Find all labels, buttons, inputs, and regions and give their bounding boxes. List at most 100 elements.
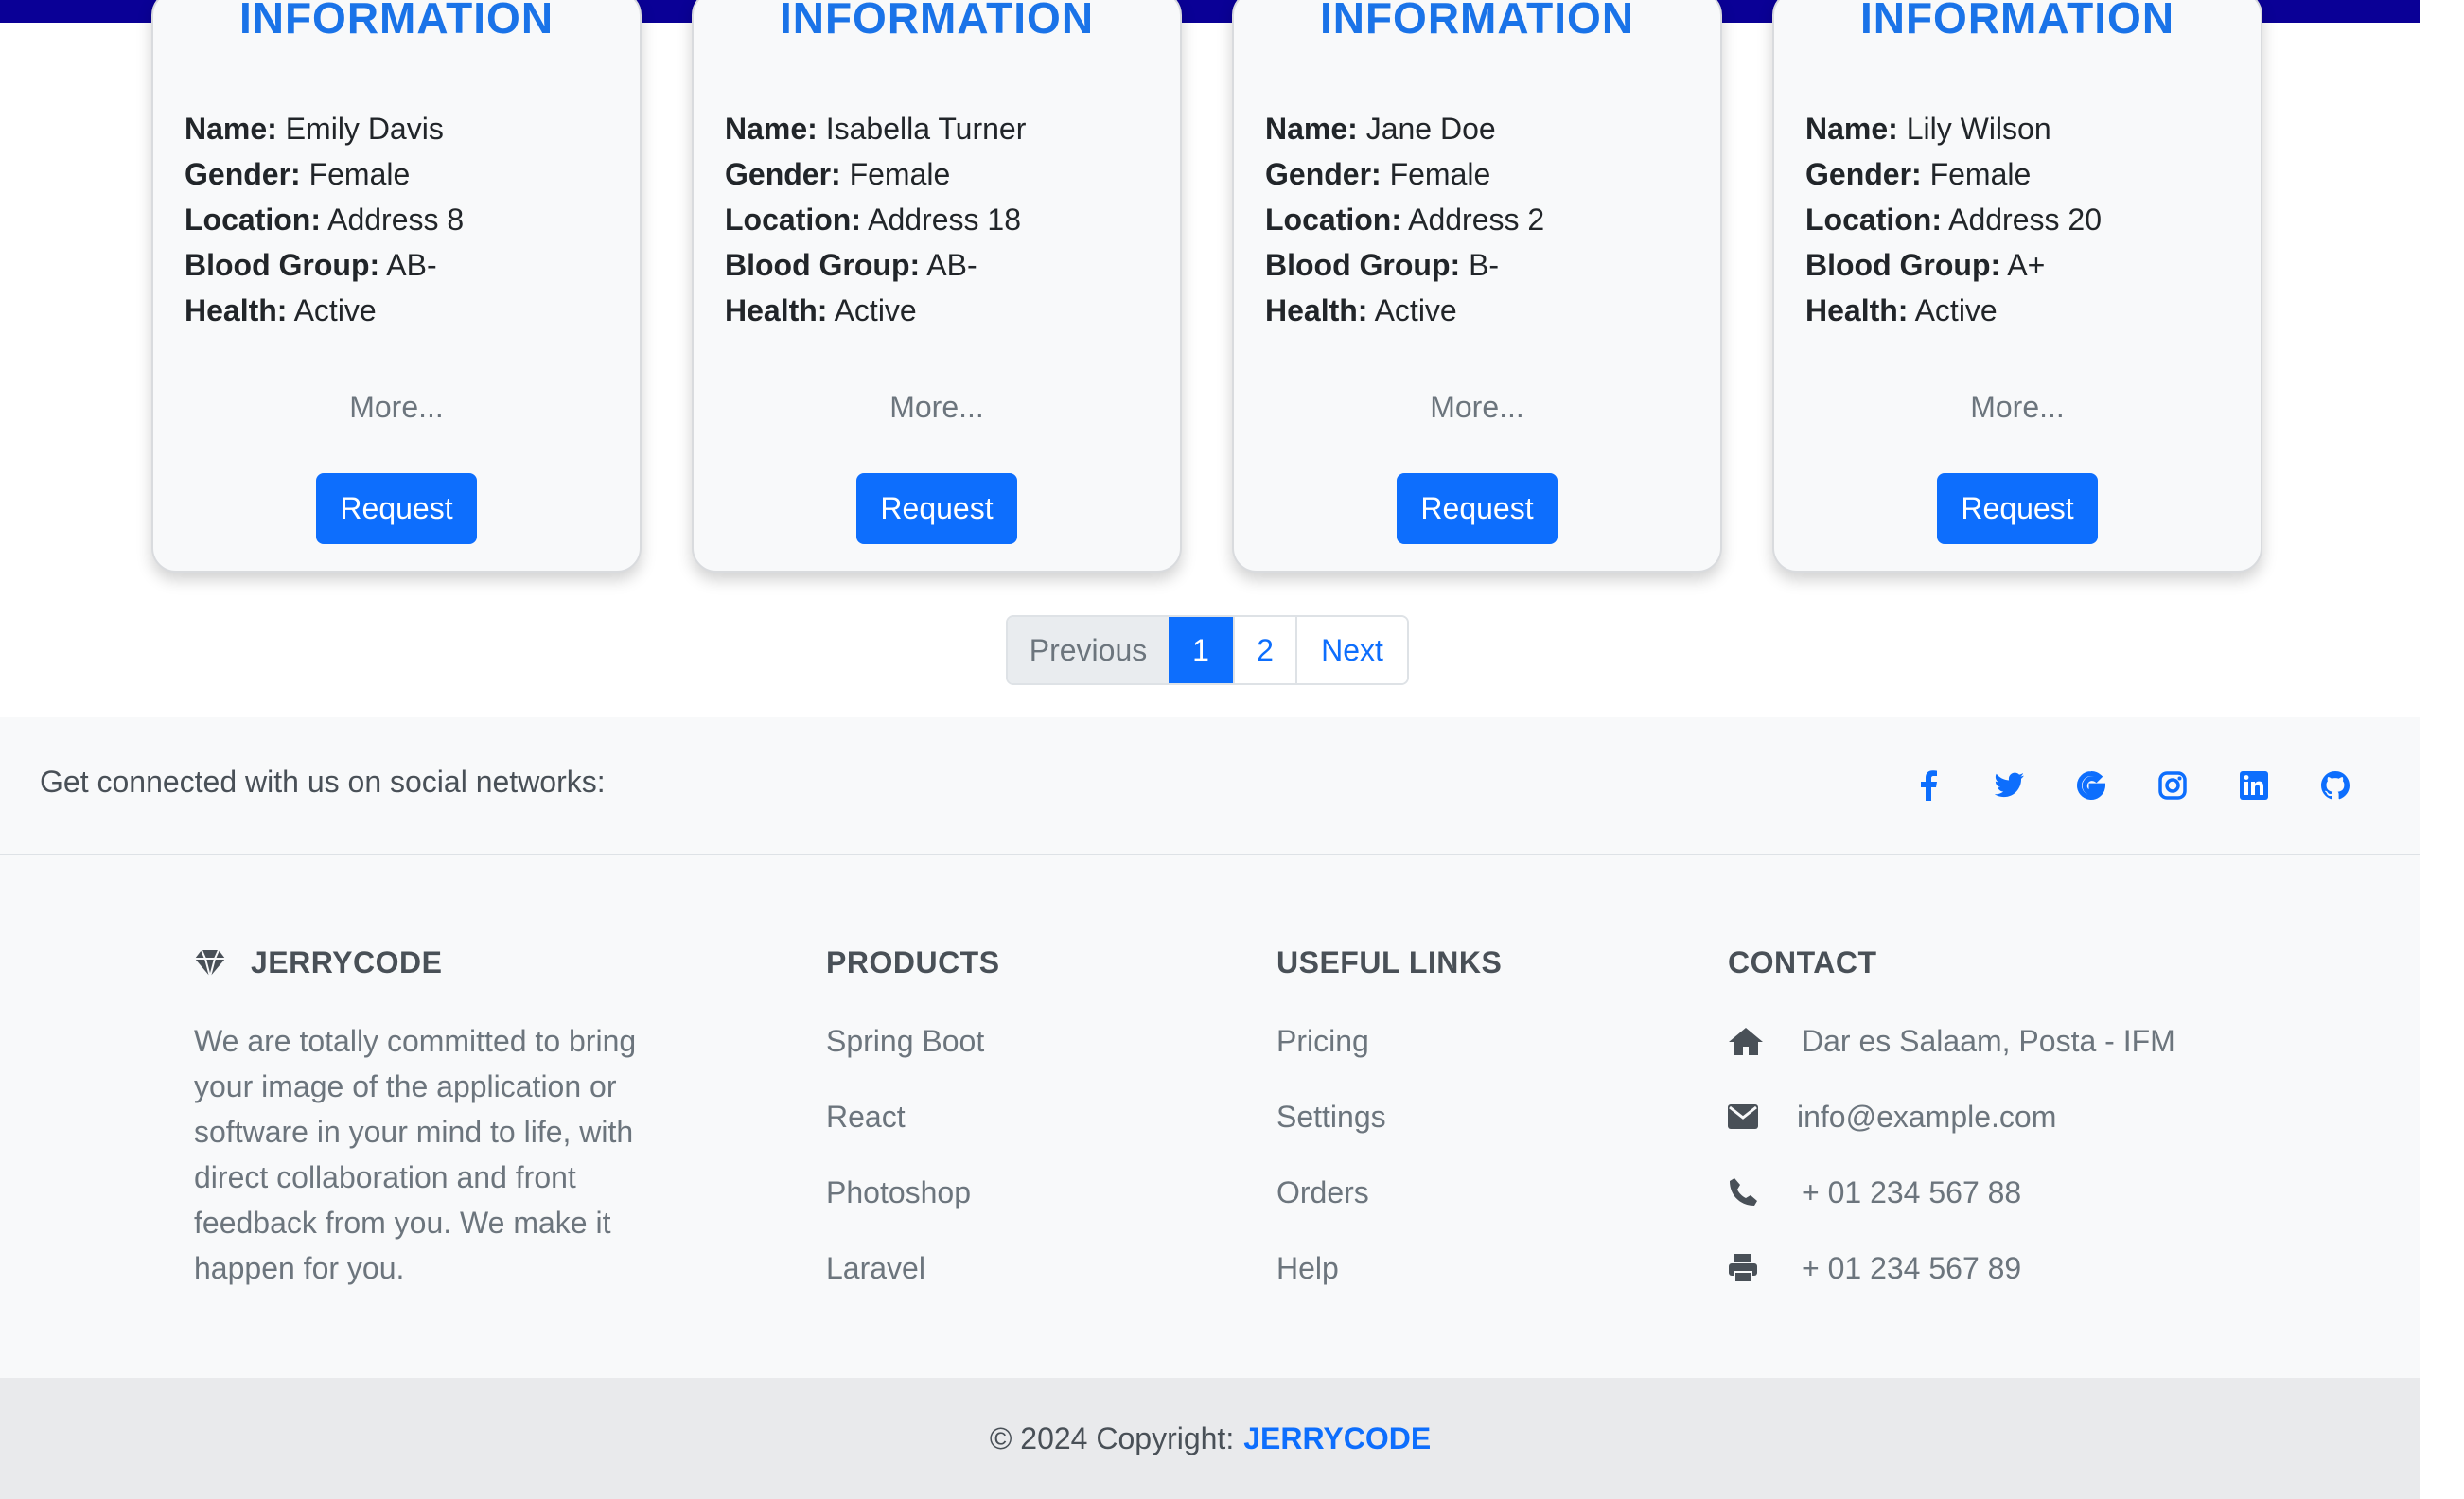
footer-contact-column: CONTACT Dar es Salaam, Posta - IFM info@…	[1728, 945, 2175, 1321]
products-heading: PRODUCTS	[826, 945, 1000, 979]
contact-email-text[interactable]: info@example.com	[1797, 1094, 2056, 1139]
more-link[interactable]: More...	[694, 390, 1180, 425]
gem-icon	[195, 949, 225, 977]
location-row: Location: Address 8	[185, 203, 465, 237]
gender-row: Gender: Female	[1265, 157, 1491, 191]
donor-name: Isabella Turner	[825, 112, 1027, 146]
donor-gender: Female	[1929, 157, 2032, 191]
footer-products-column: PRODUCTS Spring Boot React Photoshop Lar…	[826, 945, 1000, 1321]
contact-list: Dar es Salaam, Posta - IFM info@example.…	[1728, 1018, 2175, 1321]
github-icon[interactable]	[2295, 767, 2376, 804]
pagination-next[interactable]: Next	[1295, 617, 1407, 683]
location-row: Location: Address 20	[1805, 203, 2102, 237]
contact-fax-text: + 01 234 567 89	[1802, 1251, 2022, 1285]
donor-location: Address 20	[1948, 203, 2102, 237]
footer-description: We are totally committed to bring your i…	[194, 1024, 637, 1285]
request-button[interactable]: Request	[316, 473, 477, 544]
useful-link-pricing[interactable]: Pricing	[1276, 1018, 1502, 1094]
donor-blood-group: AB-	[926, 248, 977, 282]
product-link-spring-boot[interactable]: Spring Boot	[826, 1018, 1000, 1094]
donor-blood-group: AB-	[386, 248, 437, 282]
more-link[interactable]: More...	[1774, 390, 2261, 425]
donor-card: INFORMATION Name: Lily Wilson Gender: Fe…	[1772, 0, 2262, 573]
facebook-icon[interactable]	[1888, 767, 1969, 804]
copyright-brand-link[interactable]: JERRYCODE	[1243, 1421, 1431, 1456]
donor-name: Jane Doe	[1365, 112, 1496, 146]
health-row: Health: Active	[1805, 293, 1998, 327]
useful-link-orders[interactable]: Orders	[1276, 1170, 1502, 1245]
pagination-page-2[interactable]: 2	[1233, 617, 1295, 683]
pagination-page-1[interactable]: 1	[1169, 617, 1233, 683]
name-row: Name: Emily Davis	[185, 112, 444, 146]
blood-group-row: Blood Group: AB-	[725, 248, 977, 282]
useful-link-help[interactable]: Help	[1276, 1245, 1502, 1321]
social-text: Get connected with us on social networks…	[40, 765, 606, 799]
linkedin-icon[interactable]	[2213, 767, 2295, 804]
blood-group-row: Blood Group: B-	[1265, 248, 1500, 282]
blood-group-row: Blood Group: A+	[1805, 248, 2046, 282]
useful-link-settings[interactable]: Settings	[1276, 1094, 1502, 1170]
card-title: INFORMATION	[1319, 0, 1635, 43]
donor-location: Address 18	[868, 203, 1021, 237]
donor-card: INFORMATION Name: Jane Doe Gender: Femal…	[1232, 0, 1722, 573]
google-icon[interactable]	[2050, 767, 2132, 804]
home-icon	[1728, 1018, 1802, 1064]
blood-group-row: Blood Group: AB-	[185, 248, 437, 282]
donor-location: Address 8	[327, 203, 465, 237]
gender-row: Gender: Female	[1805, 157, 2032, 191]
scrollbar-track	[2420, 0, 2464, 1499]
card-fields: Name: Lily Wilson Gender: Female Locatio…	[1805, 106, 2102, 333]
products-list: Spring Boot React Photoshop Laravel	[826, 1018, 1000, 1321]
copyright-text: © 2024 Copyright:	[989, 1420, 1235, 1455]
health-row: Health: Active	[1265, 293, 1457, 327]
contact-address-text: Dar es Salaam, Posta - IFM	[1802, 1024, 2175, 1058]
footer-brand-name: JERRYCODE	[251, 945, 443, 979]
donor-health: Active	[1914, 293, 1998, 327]
product-link-laravel[interactable]: Laravel	[826, 1245, 1000, 1321]
footer-main: JERRYCODE We are totally committed to br…	[0, 855, 2420, 1378]
donor-gender: Female	[849, 157, 951, 191]
product-link-react[interactable]: React	[826, 1094, 1000, 1170]
product-link-photoshop[interactable]: Photoshop	[826, 1170, 1000, 1245]
name-row: Name: Lily Wilson	[1805, 112, 2051, 146]
instagram-icon[interactable]	[2132, 767, 2213, 804]
location-row: Location: Address 18	[725, 203, 1021, 237]
useful-links-list: Pricing Settings Orders Help	[1276, 1018, 1502, 1321]
request-button[interactable]: Request	[856, 473, 1017, 544]
contact-phone-text: + 01 234 567 88	[1802, 1175, 2022, 1209]
useful-links-heading: USEFUL LINKS	[1276, 945, 1503, 979]
pagination-previous[interactable]: Previous	[1008, 617, 1169, 683]
copyright-bar: © 2024 Copyright: JERRYCODE	[0, 1378, 2420, 1499]
name-row: Name: Jane Doe	[1265, 112, 1496, 146]
donor-name: Emily Davis	[285, 112, 444, 146]
card-title: INFORMATION	[238, 0, 554, 43]
name-row: Name: Isabella Turner	[725, 112, 1027, 146]
contact-phone: + 01 234 567 88	[1728, 1170, 2175, 1245]
donor-location: Address 2	[1408, 203, 1545, 237]
health-row: Health: Active	[185, 293, 377, 327]
donor-health: Active	[293, 293, 377, 327]
donor-health: Active	[1374, 293, 1457, 327]
card-fields: Name: Jane Doe Gender: Female Location: …	[1265, 106, 1544, 333]
gender-row: Gender: Female	[185, 157, 411, 191]
more-link[interactable]: More...	[1234, 390, 1720, 425]
social-strip: Get connected with us on social networks…	[0, 717, 2420, 855]
footer-brand: JERRYCODE	[194, 945, 667, 980]
location-row: Location: Address 2	[1265, 203, 1545, 237]
donor-card: INFORMATION Name: Isabella Turner Gender…	[692, 0, 1182, 573]
request-button[interactable]: Request	[1937, 473, 2098, 544]
more-link[interactable]: More...	[153, 390, 640, 425]
contact-heading: CONTACT	[1728, 945, 1877, 979]
footer-brand-column: JERRYCODE We are totally committed to br…	[194, 945, 667, 1291]
donor-blood-group: A+	[2007, 248, 2046, 282]
twitter-icon[interactable]	[1969, 767, 2050, 804]
contact-fax: + 01 234 567 89	[1728, 1245, 2175, 1321]
health-row: Health: Active	[725, 293, 917, 327]
card-title: INFORMATION	[1859, 0, 2175, 43]
donor-card: INFORMATION Name: Emily Davis Gender: Fe…	[151, 0, 642, 573]
envelope-icon	[1728, 1094, 1797, 1139]
donor-gender: Female	[308, 157, 411, 191]
card-fields: Name: Emily Davis Gender: Female Locatio…	[185, 106, 464, 333]
request-button[interactable]: Request	[1397, 473, 1558, 544]
donor-health: Active	[834, 293, 917, 327]
